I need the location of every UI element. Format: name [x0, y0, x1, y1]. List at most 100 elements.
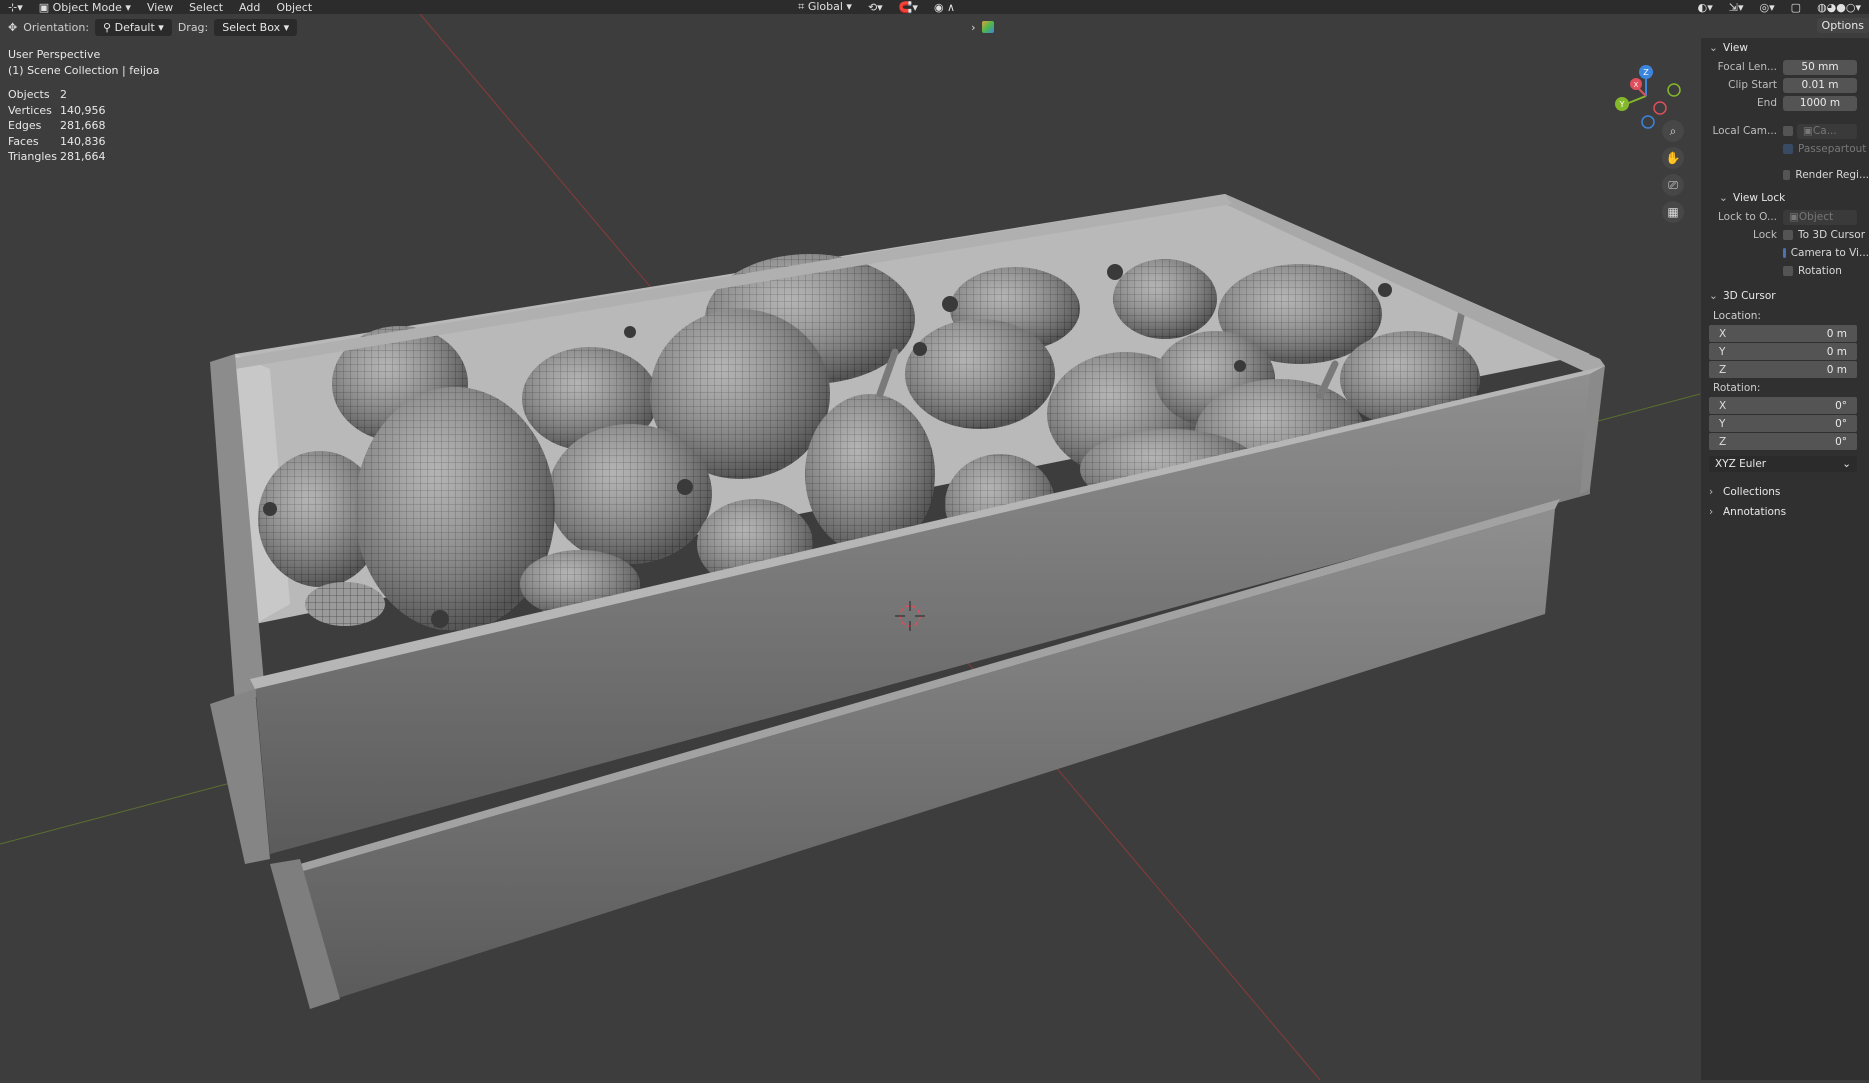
menu-object[interactable]: Object — [268, 1, 320, 14]
rotation-z-field[interactable]: Z 0° — [1709, 433, 1857, 450]
lock-rotation-label: Rotation — [1798, 265, 1842, 277]
lock-to-cursor-row: Lock To 3D Cursor — [1701, 226, 1869, 244]
chevron-down-icon: ⌄ — [1709, 42, 1718, 54]
snap-icon[interactable]: 🧲▾ — [891, 1, 926, 14]
stat-row: Faces 140,836 — [8, 134, 106, 150]
gizmo-x-label: X — [1634, 81, 1639, 89]
3d-cursor-title: 3D Cursor — [1723, 290, 1776, 302]
menu-add[interactable]: Add — [231, 1, 268, 14]
scene-statistics: Objects 2 Vertices 140,956 Edges 281,668 Fa… — [8, 87, 106, 165]
rotation-y-field[interactable]: Y 0° — [1709, 415, 1857, 432]
stat-key: Vertices — [8, 103, 52, 117]
menu-view[interactable]: View — [139, 1, 181, 14]
clip-start-row: Clip Start 0.01 m — [1701, 76, 1869, 94]
clip-start-field[interactable]: 0.01 m — [1783, 77, 1857, 93]
local-camera-row: Local Cam... ▣ Ca... — [1701, 122, 1869, 140]
proportional-edit-icon[interactable]: ◉ ∧ — [926, 1, 963, 14]
local-camera-checkbox[interactable] — [1783, 126, 1793, 136]
camera-to-view-checkbox[interactable] — [1783, 248, 1786, 258]
location-z-field[interactable]: Z 0 m — [1709, 361, 1857, 378]
pan-hand-icon[interactable]: ✋ — [1662, 147, 1684, 169]
axis-label: X — [1719, 399, 1727, 412]
overlay-toggle-icon[interactable]: ◎▾ — [1752, 1, 1783, 14]
axis-value: 0° — [1835, 399, 1847, 412]
rotation-mode-value: XYZ Euler — [1715, 458, 1767, 470]
chevron-down-icon: ⌄ — [1719, 192, 1728, 204]
menu-select[interactable]: Select — [181, 1, 231, 14]
passepartout-checkbox[interactable] — [1783, 144, 1793, 154]
gizmo-neg-x[interactable] — [1653, 101, 1667, 115]
gizmo-y-label: Y — [1619, 100, 1625, 109]
axis-value: 0 m — [1826, 363, 1847, 376]
gizmo-neg-y[interactable] — [1667, 83, 1681, 97]
options-button[interactable]: Options — [1816, 18, 1869, 33]
focal-length-label: Focal Len... — [1717, 61, 1777, 73]
annotations-section-header[interactable]: › Annotations — [1701, 502, 1869, 522]
rotation-mode-dropdown[interactable]: XYZ Euler ⌄ — [1709, 456, 1857, 472]
passepartout-row: Passepartout — [1701, 140, 1869, 158]
collections-title: Collections — [1723, 486, 1781, 498]
perspective-grid-icon[interactable]: ▦ — [1662, 201, 1684, 223]
axis-label: Z — [1719, 363, 1727, 376]
render-region-checkbox[interactable] — [1783, 170, 1791, 180]
visibility-icon[interactable]: ◐▾ — [1690, 1, 1721, 14]
location-x-field[interactable]: X 0 m — [1709, 325, 1857, 342]
local-camera-label: Local Cam... — [1712, 125, 1777, 137]
lock-rotation-checkbox[interactable] — [1783, 266, 1793, 276]
view-section-title: View — [1723, 42, 1748, 54]
gizmo-neg-z[interactable] — [1641, 115, 1655, 129]
clip-end-field[interactable]: 1000 m — [1783, 95, 1857, 111]
location-label: Location: — [1713, 310, 1761, 322]
3d-viewport[interactable]: Z Y X — [0, 13, 1701, 1081]
stat-value: 281,668 — [60, 119, 106, 132]
lock-to-object-field[interactable]: ▣ Object — [1783, 209, 1857, 225]
focal-length-field[interactable]: 50 mm — [1783, 59, 1857, 75]
gizmo-z-label: Z — [1643, 68, 1649, 77]
clip-end-row: End 1000 m — [1701, 94, 1869, 112]
editor-type-icon[interactable]: ⊹▾ — [0, 1, 31, 14]
chevron-right-icon: › — [1709, 486, 1714, 498]
axis-label: Y — [1719, 417, 1726, 430]
camera-view-icon[interactable]: ⎚ — [1662, 174, 1684, 196]
camera-to-view-label: Camera to Vi... — [1790, 247, 1869, 259]
chevron-right-icon: › — [1709, 506, 1714, 518]
collections-section-header[interactable]: › Collections — [1701, 482, 1869, 502]
zoom-icon[interactable]: ⌕ — [1662, 120, 1684, 142]
view-lock-title: View Lock — [1733, 192, 1786, 204]
camera-to-view-row: Camera to Vi... — [1701, 244, 1869, 262]
lock-to-object-value: Object — [1798, 211, 1834, 223]
clip-start-label: Clip Start — [1728, 79, 1777, 91]
xray-icon[interactable]: ▢ — [1783, 1, 1809, 14]
lock-rotation-row: Rotation — [1701, 262, 1869, 280]
stat-row: Vertices 140,956 — [8, 103, 106, 119]
shading-modes-icon[interactable]: ◍◕●○▾ — [1809, 1, 1869, 14]
location-y-field[interactable]: Y 0 m — [1709, 343, 1857, 360]
mode-dropdown[interactable]: ▣ Object Mode ▾ — [31, 1, 139, 14]
axis-value: 0 m — [1826, 345, 1847, 358]
chevron-down-icon: ⌄ — [1842, 458, 1851, 470]
render-region-label: Render Regi... — [1795, 169, 1869, 181]
transform-orientation-dropdown[interactable]: ⌗ Global ▾ — [790, 0, 860, 14]
sidebar-panel: ⌄ View Focal Len... 50 mm Clip Start 0.01 m… — [1701, 38, 1869, 1080]
gizmo-toggle-icon[interactable]: ⇲▾ — [1721, 1, 1752, 14]
to-3d-cursor-checkbox[interactable] — [1783, 230, 1793, 240]
stat-row: Triangles 281,664 — [8, 149, 106, 165]
axis-value: 0° — [1835, 435, 1847, 448]
axis-label: Z — [1719, 435, 1727, 448]
axis-label: X — [1719, 327, 1727, 340]
3d-cursor-section-header[interactable]: ⌄ 3D Cursor — [1701, 286, 1869, 306]
axis-label: Y — [1719, 345, 1726, 358]
passepartout-label: Passepartout — [1798, 143, 1867, 155]
local-camera-field[interactable]: ▣ Ca... — [1797, 123, 1857, 139]
pivot-icon[interactable]: ⟲▾ — [860, 1, 891, 14]
view-lock-section-header[interactable]: ⌄ View Lock — [1701, 188, 1869, 208]
rotation-label: Rotation: — [1713, 382, 1761, 394]
stat-value: 140,956 — [60, 103, 106, 117]
header-bar: ⊹▾ ▣ Object Mode ▾ View Select Add Objec… — [0, 0, 1869, 14]
navigation-gizmo[interactable]: Z Y X — [1615, 65, 1681, 129]
collection-label: (1) Scene Collection | feijoa — [8, 64, 160, 77]
chevron-down-icon: ⌄ — [1709, 290, 1718, 302]
lock-label: Lock — [1753, 229, 1777, 241]
view-section-header[interactable]: ⌄ View — [1701, 38, 1869, 58]
rotation-x-field[interactable]: X 0° — [1709, 397, 1857, 414]
